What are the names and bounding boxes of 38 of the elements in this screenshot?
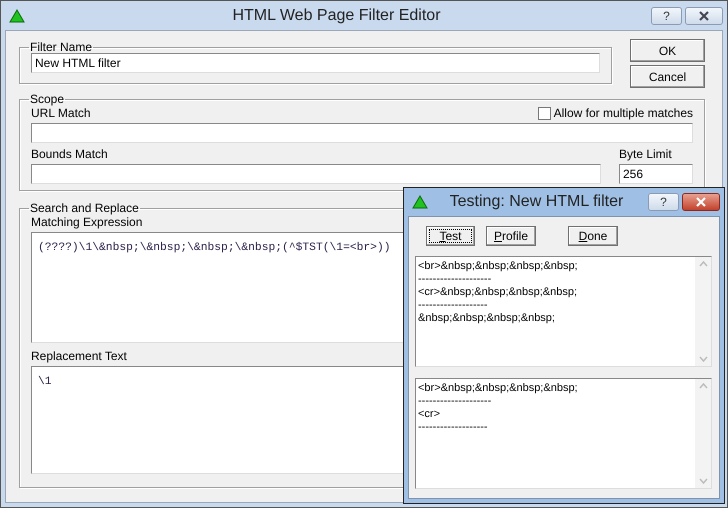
dialog-button[interactable]: Cancel: [630, 65, 705, 88]
group-label: Search and Replace: [29, 201, 140, 215]
help-button[interactable]: ?: [648, 193, 679, 211]
app-icon: [412, 195, 428, 209]
close-button[interactable]: [682, 193, 720, 211]
output-line: --------------------: [418, 273, 492, 286]
dialog-button[interactable]: OK: [630, 39, 705, 62]
field-label: Byte Limit: [619, 147, 673, 162]
field-label: Matching Expression: [31, 215, 144, 230]
group-label: Filter Name: [29, 40, 94, 54]
dialog-button[interactable]: Test: [426, 226, 475, 246]
group-label: Scope: [29, 92, 66, 106]
replacement-value: \1: [38, 374, 52, 390]
output-line: &nbsp;&nbsp;&nbsp;&nbsp;: [418, 312, 556, 325]
app-icon: [9, 8, 25, 22]
field-label: Bounds Match: [31, 147, 109, 162]
window-title: HTML Web Page Filter Editor: [231, 6, 442, 26]
close-button[interactable]: [685, 6, 723, 24]
url-match-field[interactable]: [31, 123, 693, 143]
field-label: Replacement Text: [31, 349, 128, 364]
output-line: <br>&nbsp;&nbsp;&nbsp;&nbsp;: [418, 382, 579, 395]
output-line: --------------------: [418, 395, 492, 408]
close-icon[interactable]: [698, 10, 710, 20]
field-label: URL Match: [31, 106, 91, 121]
window-title: Testing: New HTML filter: [448, 192, 624, 212]
output-line: <cr>&nbsp;&nbsp;&nbsp;&nbsp;: [418, 286, 578, 299]
dialog-button[interactable]: Done: [568, 226, 618, 246]
output-line: -------------------: [418, 421, 489, 434]
checkbox-box[interactable]: [538, 107, 551, 120]
expression-text: (????)\1\&nbsp;\&nbsp;\&nbsp;\&nbsp;(^$TST(\1=<br>)): [38, 240, 391, 256]
output-line: <cr>: [418, 408, 442, 421]
text-field[interactable]: New HTML filter: [31, 53, 600, 73]
output-line: <br>&nbsp;&nbsp;&nbsp;&nbsp;: [418, 260, 579, 273]
byte-limit-field[interactable]: 256: [619, 164, 693, 184]
help-button[interactable]: ?: [651, 6, 682, 24]
bounds-match-field[interactable]: [31, 164, 601, 184]
dialog-button[interactable]: Profile: [486, 226, 536, 246]
output-line: -------------------: [418, 299, 489, 312]
